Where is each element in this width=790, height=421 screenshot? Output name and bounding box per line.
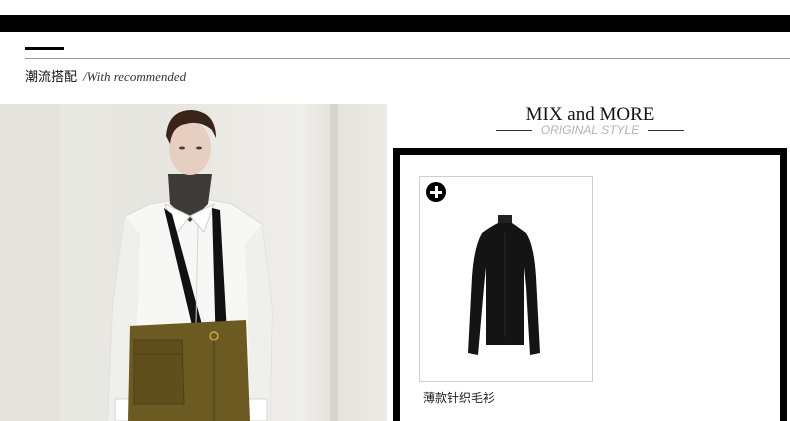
product-card[interactable] xyxy=(419,176,593,382)
heading-divider xyxy=(25,58,790,59)
plus-circle-icon[interactable] xyxy=(426,182,446,202)
model-illustration xyxy=(0,104,338,421)
mix-rule-left xyxy=(496,130,532,131)
section-heading: 潮流搭配/With recommended xyxy=(25,66,187,85)
heading-accent-rule xyxy=(25,47,64,50)
sweater-image xyxy=(468,215,540,355)
product-name[interactable]: 薄款针织毛衫 xyxy=(423,389,495,406)
section-title-cn: 潮流搭配 xyxy=(25,70,78,85)
model-photo xyxy=(0,104,387,421)
mix-rule-right xyxy=(648,130,684,131)
top-banner-bar xyxy=(0,15,790,32)
section-title-en: /With recommended xyxy=(83,69,187,84)
mix-subtitle: ORIGINAL STYLE xyxy=(540,123,640,137)
